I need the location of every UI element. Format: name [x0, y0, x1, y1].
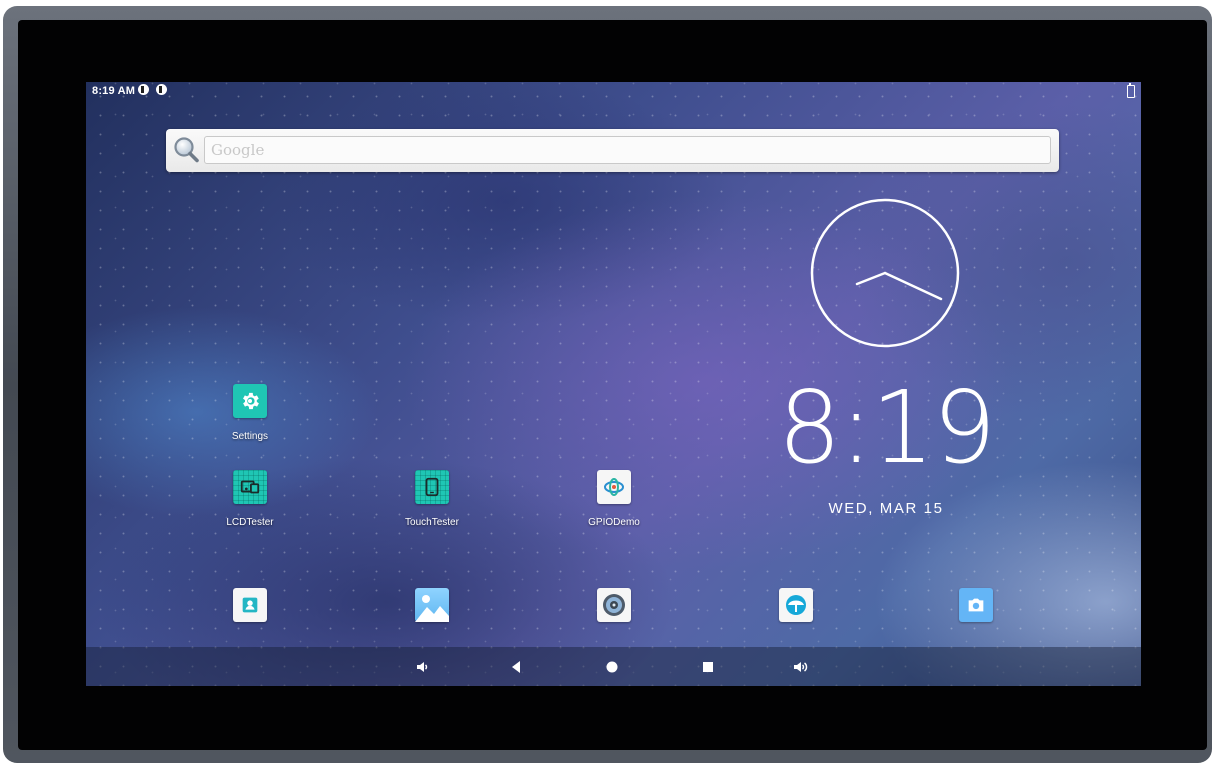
app-label: TouchTester	[405, 517, 459, 528]
dock-music[interactable]	[569, 588, 659, 622]
app-gpiodemo[interactable]: GPIODemo	[569, 470, 659, 528]
notification-icon	[156, 84, 167, 95]
music-icon[interactable]	[597, 588, 631, 622]
settings-gear-icon[interactable]	[233, 384, 267, 418]
digital-clock[interactable]: 8:19	[776, 378, 997, 478]
volume-down-icon[interactable]	[412, 657, 432, 677]
analog-clock[interactable]	[810, 198, 960, 348]
google-search-bar[interactable]: Google	[166, 129, 1059, 172]
app-settings[interactable]: Settings	[205, 384, 295, 442]
home-screen: 8:19 AM Google 8:19 WED, MAR 15 Settings…	[86, 82, 1141, 686]
app-label: Settings	[231, 431, 269, 442]
volume-up-icon[interactable]	[791, 657, 811, 677]
camera-icon[interactable]	[959, 588, 993, 622]
navigation-bar	[86, 647, 1141, 686]
dock-gallery[interactable]	[387, 588, 477, 622]
app-touchtester[interactable]: TouchTester	[387, 470, 477, 528]
hour-hand	[855, 271, 887, 286]
browser-icon[interactable]	[779, 588, 813, 622]
dock-contacts[interactable]	[205, 588, 295, 622]
app-label: LCDTester	[226, 517, 274, 528]
back-icon[interactable]	[506, 657, 526, 677]
touch-tester-icon[interactable]	[415, 470, 449, 504]
app-label: GPIODemo	[588, 517, 640, 528]
gpio-demo-icon[interactable]	[597, 470, 631, 504]
dock-browser[interactable]	[751, 588, 841, 622]
gallery-icon[interactable]	[415, 588, 449, 622]
contacts-icon[interactable]	[233, 588, 267, 622]
status-bar: 8:19 AM	[86, 82, 1141, 102]
search-input[interactable]: Google	[204, 136, 1051, 164]
battery-icon	[1127, 83, 1135, 98]
date-label: WED, MAR 15	[828, 500, 944, 517]
minute-hand	[883, 271, 943, 301]
lcd-tester-icon[interactable]	[233, 470, 267, 504]
home-icon[interactable]	[602, 657, 622, 677]
recents-icon[interactable]	[698, 657, 718, 677]
search-icon[interactable]	[171, 135, 201, 165]
notification-icon	[138, 84, 149, 95]
status-time: 8:19 AM	[92, 85, 136, 97]
dock-camera[interactable]	[931, 588, 1021, 622]
app-lcdtester[interactable]: LCDTester	[205, 470, 295, 528]
